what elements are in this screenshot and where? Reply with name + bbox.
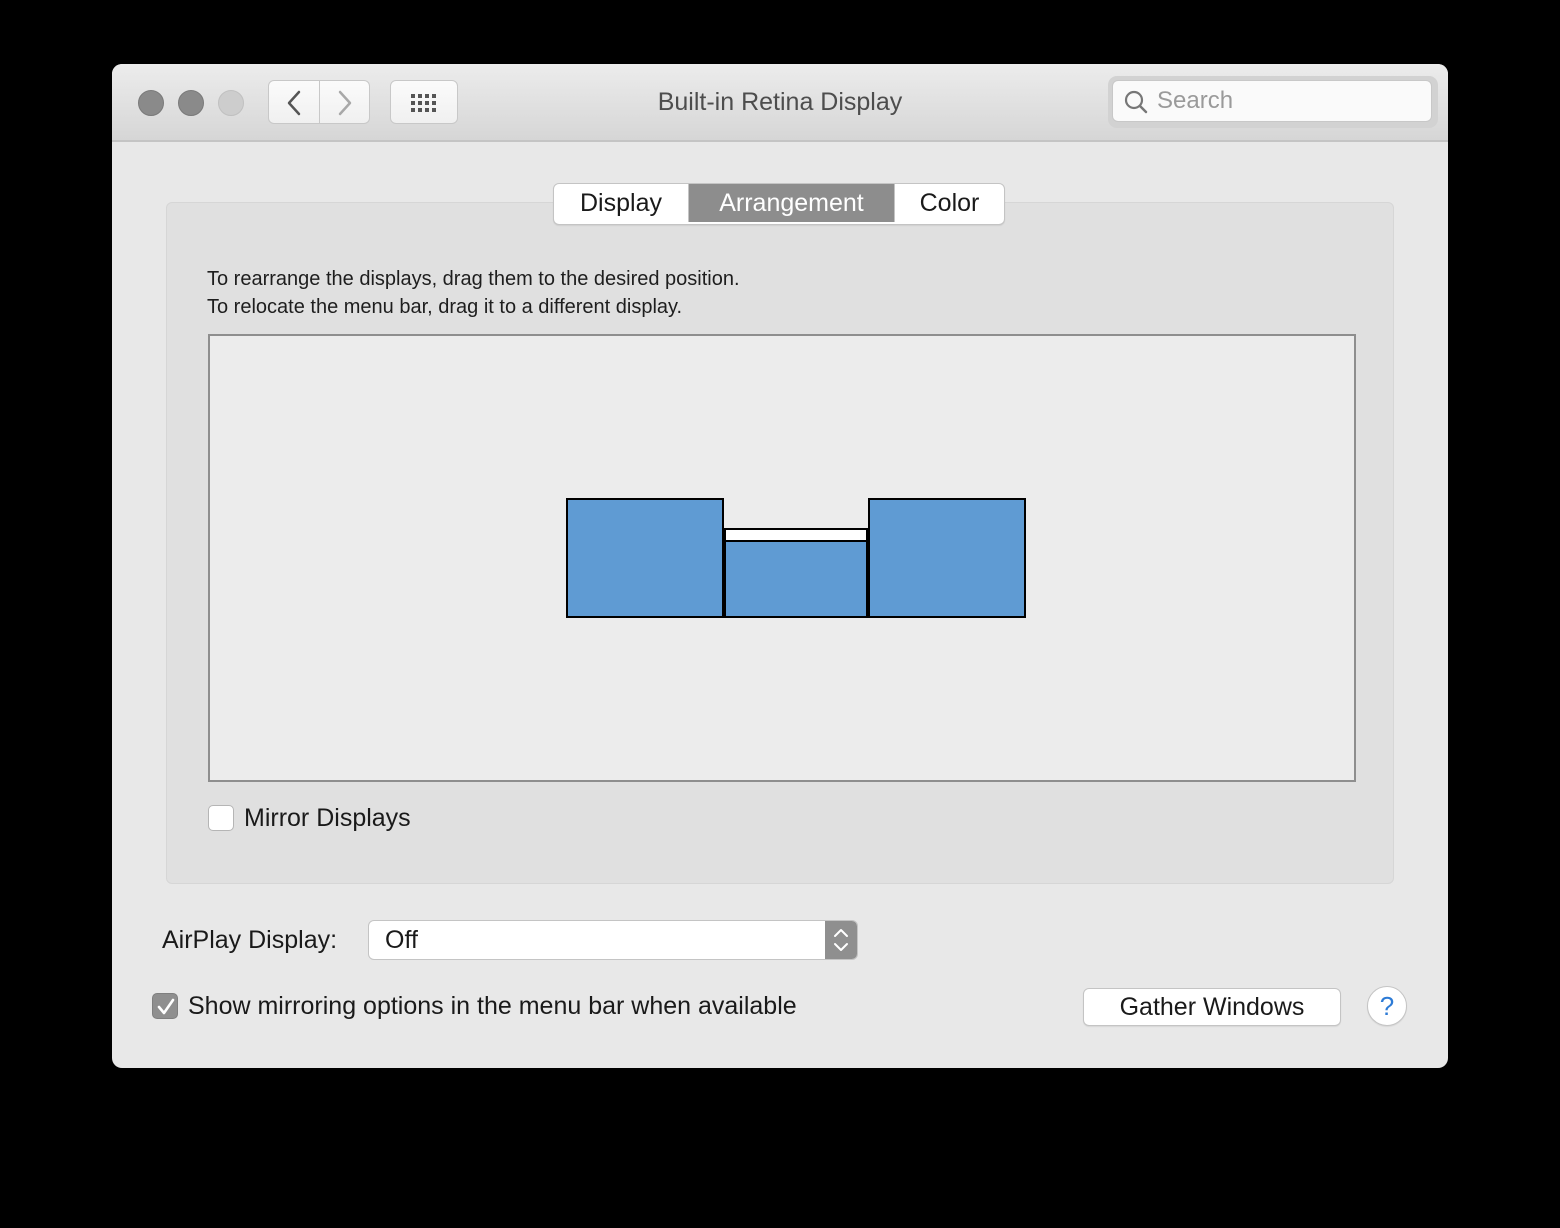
select-arrows (825, 921, 857, 959)
mirror-displays-checkbox[interactable] (208, 805, 234, 831)
tab-bar: Display Arrangement Color (553, 183, 1005, 225)
menu-bar-handle[interactable] (726, 530, 866, 542)
display-arrangement-area (208, 334, 1356, 782)
title-bar: Built-in Retina Display (112, 64, 1448, 142)
mirror-displays-label: Mirror Displays (244, 804, 411, 832)
search-box[interactable] (1112, 80, 1432, 122)
airplay-display-select[interactable]: Off (368, 920, 858, 960)
search-input[interactable] (1157, 85, 1417, 117)
help-button[interactable]: ? (1367, 986, 1407, 1026)
display-built-in[interactable] (724, 528, 868, 618)
search-icon (1124, 90, 1148, 114)
instruction-menubar: To relocate the menu bar, drag it to a d… (207, 296, 683, 318)
tab-display[interactable]: Display (554, 184, 689, 222)
display-right[interactable] (868, 498, 1026, 618)
tab-arrangement[interactable]: Arrangement (689, 184, 894, 222)
search-field (1108, 76, 1438, 128)
show-mirroring-checkbox[interactable] (152, 993, 178, 1019)
show-mirroring-label: Show mirroring options in the menu bar w… (188, 992, 797, 1020)
preferences-window: Built-in Retina Display Display Arrangem… (112, 64, 1448, 1068)
display-left[interactable] (566, 498, 724, 618)
updown-chevron-icon (834, 929, 848, 951)
instruction-rearrange: To rearrange the displays, drag them to … (207, 268, 740, 290)
tab-color[interactable]: Color (894, 184, 1004, 222)
checkmark-icon (157, 998, 175, 1015)
gather-windows-button[interactable]: Gather Windows (1083, 988, 1341, 1026)
airplay-display-value: Off (385, 926, 418, 954)
airplay-display-label: AirPlay Display: (162, 926, 338, 954)
